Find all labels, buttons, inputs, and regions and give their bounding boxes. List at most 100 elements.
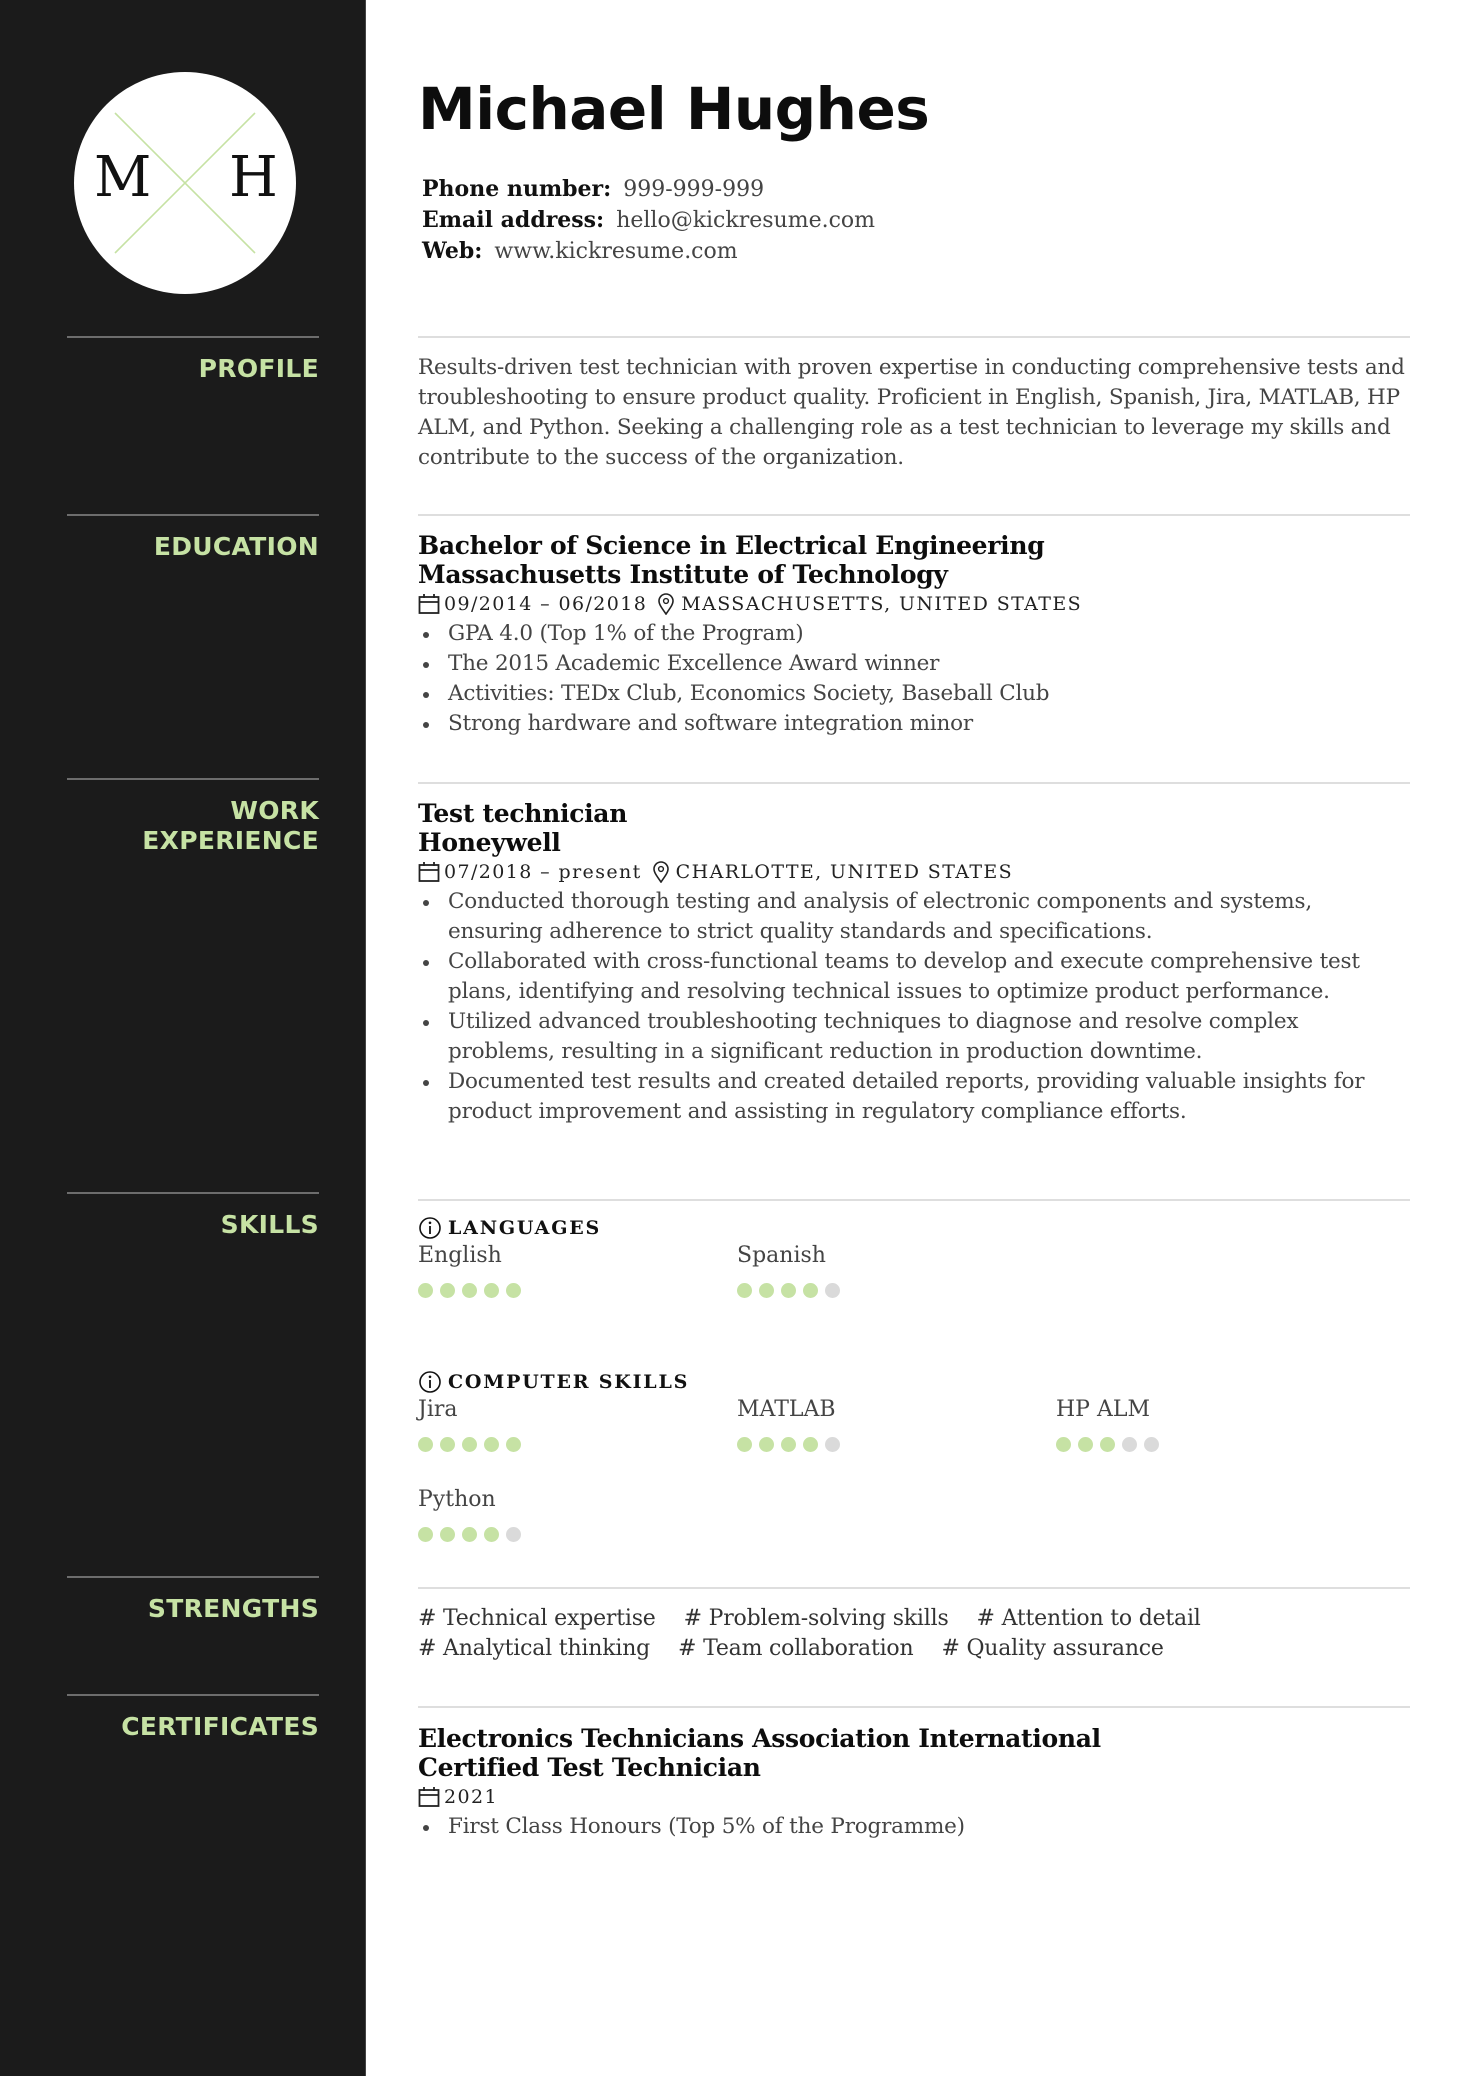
strength-tag: # Quality assurance (941, 1636, 1164, 1661)
skill-group-languages: LANGUAGES (418, 1215, 1410, 1241)
strength-tag: # Team collaboration (678, 1636, 914, 1661)
rating-dot-filled (418, 1437, 433, 1452)
skill-name: Python (418, 1487, 496, 1512)
rating-dot-empty (1144, 1437, 1159, 1452)
list-item: First Class Honours (Top 5% of the Progr… (418, 1812, 1410, 1842)
sidebar-section-strengths: STRENGTHS (67, 1576, 319, 1624)
list-item: Activities: TEDx Club, Economics Society… (418, 679, 1410, 709)
languages-grid: English Spanish (418, 1241, 1410, 1331)
sidebar-section-skills: SKILLS (67, 1192, 319, 1240)
education-meta: 09/2014 – 06/2018 MASSACHUSETTS, UNITED … (418, 589, 1410, 619)
contact-email-value[interactable]: hello@kickresume.com (616, 208, 875, 233)
sidebar-section-profile: PROFILE (67, 336, 319, 384)
rating-dot-filled (781, 1283, 796, 1298)
rating-dot-filled (462, 1527, 477, 1542)
rating-dot-filled (737, 1437, 752, 1452)
rating-dot-empty (825, 1437, 840, 1452)
sidebar: M H PROFILE EDUCATION WORK EXPERIENCE SK… (0, 0, 366, 2076)
strengths-tags: # Technical expertise # Problem-solving s… (418, 1604, 1318, 1664)
strength-tag: # Technical expertise (418, 1606, 656, 1631)
rating-dot-filled (484, 1527, 499, 1542)
contact-phone-label: Phone number: (422, 176, 612, 202)
calendar-icon (418, 1786, 440, 1808)
rating-dot-filled (737, 1283, 752, 1298)
sidebar-label-strengths: STRENGTHS (147, 1594, 319, 1623)
skill-item: English (418, 1241, 737, 1331)
skill-group-computer-title: COMPUTER SKILLS (448, 1371, 690, 1393)
rating-dot-filled (803, 1283, 818, 1298)
strengths-line: # Analytical thinking # Team collaboratio… (418, 1634, 1318, 1664)
skill-name: HP ALM (1056, 1397, 1151, 1422)
contact-web-value[interactable]: www.kickresume.com (494, 239, 737, 264)
skill-name: English (418, 1243, 502, 1268)
work-meta: 07/2018 – present CHARLOTTE, UNITED STAT… (418, 857, 1410, 887)
rating-dot-filled (418, 1527, 433, 1542)
info-icon (418, 1216, 442, 1240)
contact-email: Email address: hello@kickresume.com (422, 205, 875, 236)
list-item: The 2015 Academic Excellence Award winne… (418, 649, 1410, 679)
section-skills: LANGUAGES English Spanish COMPUTER SKILL… (418, 1199, 1410, 1575)
skill-rating (1056, 1437, 1375, 1452)
sidebar-label-education: EDUCATION (153, 532, 319, 561)
strength-tag: # Attention to detail (976, 1606, 1201, 1631)
skill-item: Jira (418, 1395, 737, 1485)
rating-dot-filled (1100, 1437, 1115, 1452)
rating-dot-filled (462, 1283, 477, 1298)
location-pin-icon (652, 861, 670, 883)
list-item: Documented test results and created deta… (418, 1067, 1408, 1127)
sidebar-section-education: EDUCATION (67, 514, 319, 562)
education-location: MASSACHUSETTS, UNITED STATES (681, 593, 1083, 615)
location-pin-icon (657, 593, 675, 615)
rating-dot-filled (418, 1283, 433, 1298)
sidebar-label-profile: PROFILE (198, 354, 319, 383)
certificate-meta: 2021 (418, 1782, 1410, 1812)
sidebar-label-skills: SKILLS (220, 1210, 319, 1239)
section-certificates: Electronics Technicians Association Inte… (418, 1706, 1410, 1842)
skill-rating (418, 1283, 737, 1298)
section-strengths: # Technical expertise # Problem-solving s… (418, 1587, 1410, 1664)
monogram-initial-h: H (229, 145, 278, 210)
strength-tag: # Analytical thinking (418, 1636, 651, 1661)
rating-dot-filled (506, 1283, 521, 1298)
education-degree: Bachelor of Science in Electrical Engine… (418, 531, 1045, 560)
rating-dot-filled (1056, 1437, 1071, 1452)
skill-rating (737, 1283, 1056, 1298)
skill-rating (418, 1527, 737, 1542)
skill-item: HP ALM (1056, 1395, 1375, 1485)
certificate-bullets: First Class Honours (Top 5% of the Progr… (418, 1812, 1410, 1842)
monogram-logo: M H (74, 72, 296, 294)
education-dates: 09/2014 – 06/2018 (444, 593, 648, 615)
rating-dot-filled (484, 1437, 499, 1452)
contact-web-label: Web: (422, 238, 483, 264)
rating-dot-empty (825, 1283, 840, 1298)
rating-dot-filled (462, 1437, 477, 1452)
certificate-year: 2021 (444, 1786, 498, 1808)
sidebar-label-work: WORK (230, 796, 319, 825)
skill-name: Jira (418, 1397, 458, 1422)
calendar-icon (418, 593, 440, 615)
list-item: Conducted thorough testing and analysis … (418, 887, 1408, 947)
section-work-experience: Test technician Honeywell 07/2018 – pres… (418, 782, 1410, 1127)
certificate-name: Certified Test Technician (418, 1753, 761, 1782)
skill-name: Spanish (737, 1243, 826, 1268)
work-bullets: Conducted thorough testing and analysis … (418, 887, 1408, 1127)
rating-dot-filled (781, 1437, 796, 1452)
list-item: Collaborated with cross-functional teams… (418, 947, 1408, 1007)
contact-web: Web: www.kickresume.com (422, 236, 875, 267)
rating-dot-filled (759, 1283, 774, 1298)
section-profile: Results-driven test technician with prov… (418, 336, 1410, 473)
education-school: Massachusetts Institute of Technology (418, 560, 948, 589)
education-bullets: GPA 4.0 (Top 1% of the Program) The 2015… (418, 619, 1410, 739)
rating-dot-filled (759, 1437, 774, 1452)
rating-dot-filled (440, 1527, 455, 1542)
rating-dot-filled (506, 1437, 521, 1452)
work-location: CHARLOTTE, UNITED STATES (675, 861, 1014, 883)
contact-phone: Phone number: 999-999-999 (422, 174, 875, 205)
rating-dot-filled (1078, 1437, 1093, 1452)
work-dates: 07/2018 – present (444, 861, 642, 883)
contact-info: Phone number: 999-999-999 Email address: h… (422, 174, 875, 267)
rating-dot-filled (803, 1437, 818, 1452)
sidebar-label-certificates: CERTIFICATES (121, 1712, 319, 1741)
list-item: GPA 4.0 (Top 1% of the Program) (418, 619, 1410, 649)
rating-dot-empty (1122, 1437, 1137, 1452)
